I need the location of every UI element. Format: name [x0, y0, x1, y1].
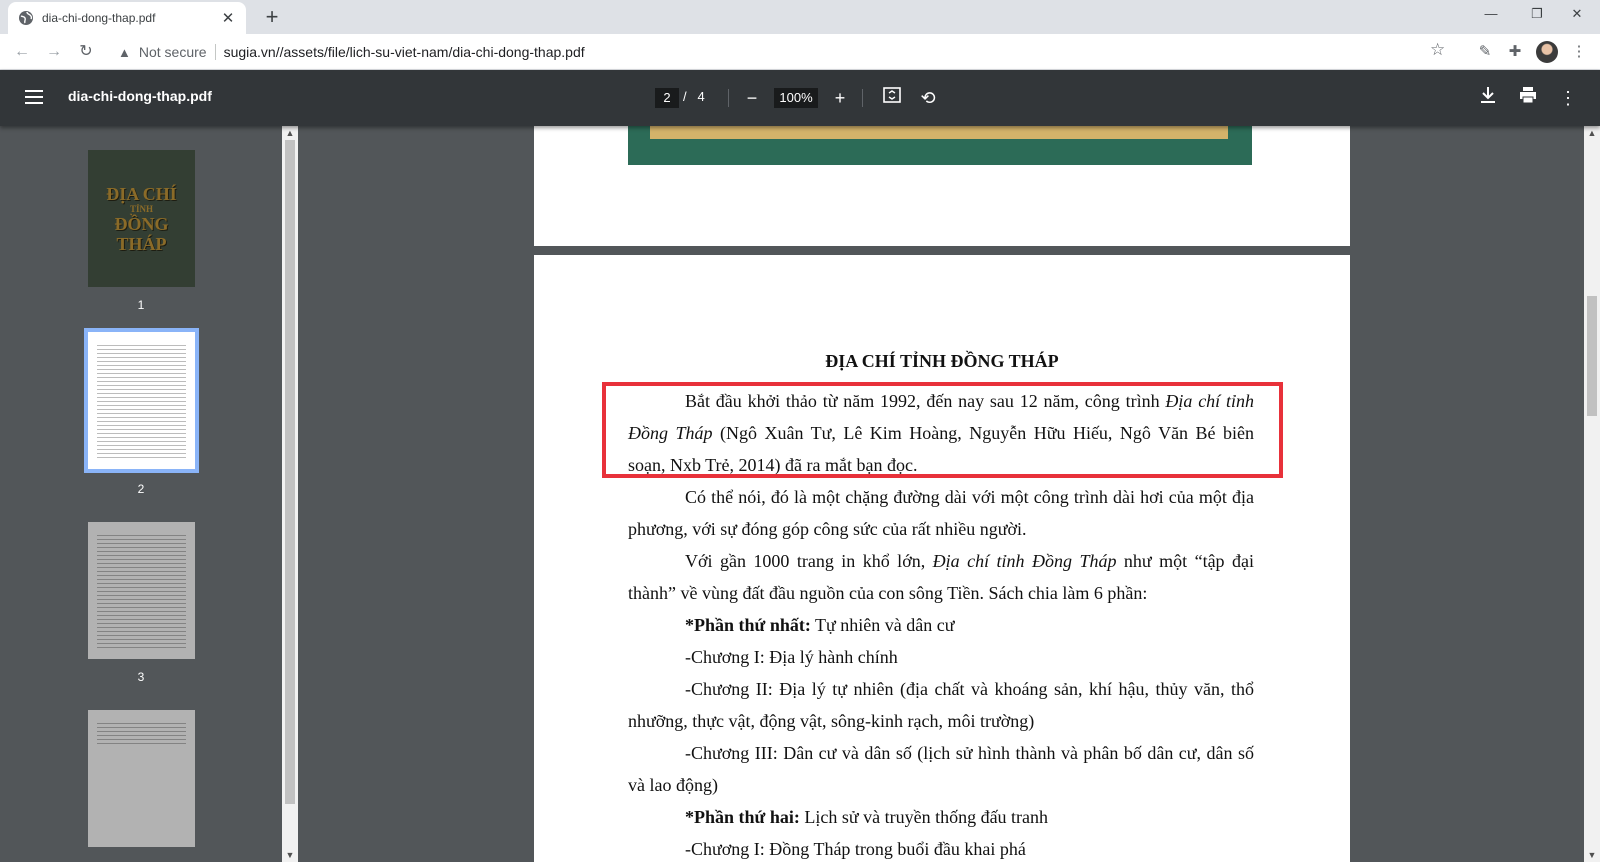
page-number-input[interactable]: 2	[655, 88, 679, 108]
pdf-viewer: ĐỊA CHÍ TỈNH ĐỒNG THÁP Bắt đầu khởi thảo…	[298, 126, 1584, 862]
pdf-page-2: ĐỊA CHÍ TỈNH ĐỒNG THÁP Bắt đầu khởi thảo…	[534, 255, 1350, 862]
thumbnail-page-3[interactable]	[88, 522, 195, 659]
address-bar: ← → ↻ ▲ Not secure sugia.vn//assets/file…	[0, 34, 1600, 70]
part-title: Lịch sử và truyền thống đấu tranh	[799, 807, 1049, 827]
new-tab-button[interactable]: +	[258, 4, 286, 32]
total-pages: 4	[697, 89, 705, 104]
paragraph-3: Với gần 1000 trang in khổ lớn, Địa chí t…	[628, 545, 1254, 609]
toolbar-divider	[862, 89, 863, 107]
extension-icon[interactable]: ✎	[1472, 40, 1498, 64]
document-title: ĐỊA CHÍ TỈNH ĐỒNG THÁP	[825, 351, 1059, 371]
pdf-toolbar: dia-chi-dong-thap.pdf 2 / 4 − 100% + ⟲ ⋮	[0, 70, 1600, 126]
pdf-page-1	[534, 126, 1350, 246]
thumbnail-sidebar: ĐỊA CHÍ TỈNH ĐỒNG THÁP 1 2 3	[0, 126, 282, 862]
zoom-level-input[interactable]: 100%	[774, 88, 818, 108]
thumbnail-number: 3	[137, 670, 145, 684]
part-title: Tự nhiên và dân cư	[810, 615, 955, 635]
close-tab-icon[interactable]: ✕	[220, 9, 236, 27]
zoom-in-icon[interactable]: +	[828, 86, 852, 110]
omnibox[interactable]: ▲ Not secure sugia.vn//assets/file/lich-…	[108, 38, 1448, 66]
cover-line-2: TỈNH	[129, 203, 153, 214]
url-text[interactable]: sugia.vn//assets/file/lich-su-viet-nam/d…	[224, 44, 585, 60]
tab-strip: dia-chi-dong-thap.pdf ✕ + — ❐ ✕	[0, 0, 1600, 34]
sidebar-scrollbar[interactable]: ▲ ▼	[282, 126, 298, 862]
scroll-up-arrow-icon[interactable]: ▲	[282, 128, 298, 138]
chapter-item: -Chương II: Địa lý tự nhiên (địa chất và…	[628, 679, 1254, 731]
thumbnail-number: 1	[137, 298, 145, 312]
thumbnail-number: 2	[137, 482, 145, 496]
cover-line-1: ĐỊA CHÍ	[106, 183, 177, 204]
book-title: Địa chí tỉnh Đồng Tháp	[932, 551, 1117, 571]
thumbnail-page-4[interactable]	[88, 710, 195, 847]
part-label: *Phần thứ nhất:	[685, 615, 811, 635]
viewer-scrollbar[interactable]: ▲ ▼	[1584, 126, 1600, 862]
part-2-heading: *Phần thứ hai: Lịch sử và truyền thống đ…	[628, 801, 1254, 833]
highlight-box	[602, 382, 1283, 478]
page-text-preview	[97, 720, 186, 747]
page-count: / 4	[683, 89, 705, 104]
scroll-down-arrow-icon[interactable]: ▼	[282, 850, 298, 860]
menu-icon[interactable]	[22, 86, 46, 110]
page-text-preview	[97, 532, 186, 649]
close-window-button[interactable]: ✕	[1554, 0, 1600, 30]
puzzle-icon[interactable]: ✚	[1502, 40, 1528, 64]
back-button[interactable]: ←	[8, 38, 36, 66]
profile-avatar[interactable]	[1536, 41, 1558, 63]
thumbnail-page-2[interactable]	[84, 328, 199, 473]
viewer-scroll-thumb[interactable]	[1587, 296, 1597, 416]
scroll-up-arrow-icon[interactable]: ▲	[1584, 128, 1600, 138]
tab-title: dia-chi-dong-thap.pdf	[42, 11, 156, 25]
cover-line-4: THÁP	[116, 233, 167, 254]
scroll-down-arrow-icon[interactable]: ▼	[1584, 850, 1600, 860]
pdf-file-name: dia-chi-dong-thap.pdf	[68, 88, 212, 104]
bookmark-star-icon[interactable]: ☆	[1430, 40, 1445, 60]
zoom-out-icon[interactable]: −	[740, 86, 764, 110]
forward-button[interactable]: →	[40, 38, 68, 66]
chapter-item: -Chương III: Dân cư và dân số (lịch sử h…	[628, 743, 1254, 795]
security-label[interactable]: Not secure	[139, 44, 216, 60]
fit-to-page-icon[interactable]	[880, 86, 904, 110]
browser-tab[interactable]: dia-chi-dong-thap.pdf ✕	[8, 2, 246, 34]
print-icon[interactable]	[1516, 86, 1540, 110]
minimize-button[interactable]: —	[1468, 0, 1514, 30]
page-text-preview	[97, 342, 186, 459]
cover-image: ĐỊA CHÍ TỈNH ĐỒNG THÁP	[88, 150, 195, 287]
toolbar-divider	[728, 89, 729, 107]
rotate-icon[interactable]: ⟲	[916, 86, 940, 110]
part-1-heading: *Phần thứ nhất: Tự nhiên và dân cư	[628, 609, 1254, 641]
globe-icon	[19, 11, 33, 25]
cover-image-bottom	[628, 126, 1252, 165]
download-icon[interactable]	[1476, 86, 1500, 110]
thumbnail-page-1[interactable]: ĐỊA CHÍ TỈNH ĐỒNG THÁP	[88, 150, 195, 287]
reload-button[interactable]: ↻	[72, 38, 100, 66]
browser-menu-icon[interactable]: ⋮	[1566, 40, 1592, 64]
cover-line-3: ĐỒNG	[114, 213, 169, 234]
text-run: Với gần 1000 trang in khổ lớn,	[685, 551, 933, 571]
more-options-icon[interactable]: ⋮	[1556, 86, 1580, 110]
warning-icon: ▲	[118, 44, 131, 60]
chapter-item: -Chương I: Địa lý hành chính	[685, 647, 898, 667]
page-separator: /	[683, 89, 687, 104]
chapter-item: -Chương I: Đồng Tháp trong buổi đầu khai…	[685, 839, 1026, 859]
paragraph-2: Có thể nói, đó là một chặng đường dài vớ…	[628, 487, 1254, 539]
sidebar-scroll-thumb[interactable]	[285, 140, 295, 804]
part-label: *Phần thứ hai:	[685, 807, 800, 827]
